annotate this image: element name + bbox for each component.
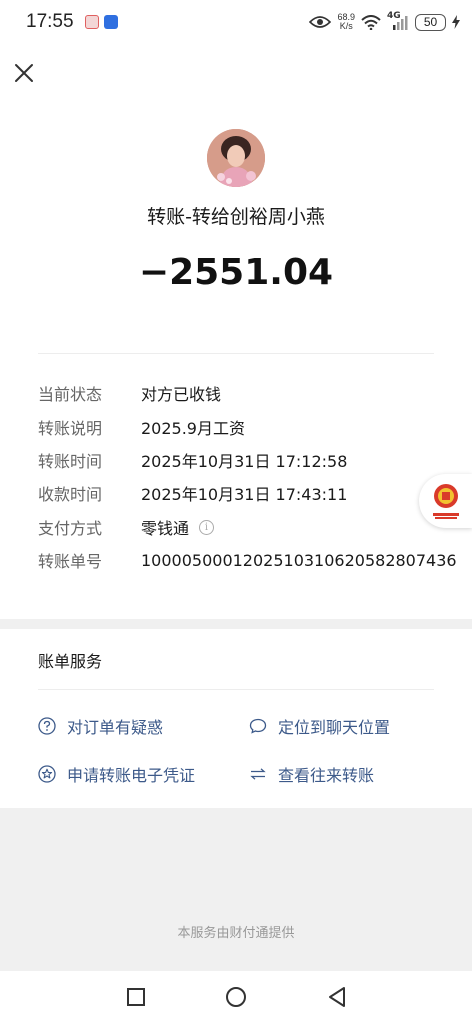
back-button[interactable] — [325, 985, 349, 1009]
status-time: 17:55 — [26, 11, 74, 32]
avatar[interactable] — [207, 129, 265, 187]
detail-row-note: 转账说明 2025.9月工资 — [38, 413, 245, 441]
status-bar: 17:55 68.9 K/s 4G 50 — [0, 0, 472, 44]
triangle-back-icon — [329, 987, 345, 1007]
question-circle-icon — [38, 717, 56, 735]
service-link-label: 定位到聊天位置 — [278, 718, 391, 737]
transfer-amount: −2551.04 — [138, 252, 334, 293]
bill-services-card: 账单服务 对订单有疑惑 定位到聊天位置 申请转账电子凭证 查看往来转账 — [0, 629, 472, 808]
detail-label: 转账单号 — [38, 552, 103, 571]
locate-chat-link[interactable]: 定位到聊天位置 — [249, 714, 390, 738]
services-title: 账单服务 — [38, 652, 103, 671]
detail-row-payment-method: 支付方式 零钱通 i — [38, 513, 215, 541]
cellular-signal-icon: 4G — [387, 11, 409, 30]
emblem-icon — [432, 484, 459, 519]
floating-emblem-button[interactable] — [419, 474, 472, 528]
divider — [38, 689, 434, 690]
recent-apps-button[interactable] — [124, 985, 148, 1009]
transfer-detail-card: 转账-转给创裕周小燕 −2551.04 当前状态 对方已收钱 转账说明 2025… — [0, 102, 472, 619]
order-question-link[interactable]: 对订单有疑惑 — [38, 714, 163, 738]
wifi-icon — [361, 14, 381, 30]
transfer-title: 转账-转给创裕周小燕 — [147, 206, 325, 228]
eye-icon — [309, 16, 332, 28]
detail-row-status: 当前状态 对方已收钱 — [38, 379, 221, 407]
shield-notification-icon — [103, 15, 118, 29]
status-right: 68.9 K/s 4G 50 — [309, 11, 460, 31]
chat-bubble-icon — [249, 717, 267, 735]
detail-value: 2025.9月工资 — [141, 419, 245, 438]
provider-footer: 本服务由财付通提供 — [177, 926, 295, 941]
detail-label: 当前状态 — [38, 385, 103, 404]
detail-label: 转账时间 — [38, 452, 103, 471]
service-link-label: 申请转账电子凭证 — [67, 766, 196, 785]
charging-icon — [452, 15, 460, 29]
order-number-value[interactable]: 1000050001202510310620582807436 — [141, 551, 457, 570]
apply-receipt-link[interactable]: 申请转账电子凭证 — [38, 762, 195, 786]
service-link-label: 查看往来转账 — [278, 766, 375, 785]
detail-label: 支付方式 — [38, 519, 103, 538]
square-icon — [127, 988, 145, 1006]
exchange-arrows-icon — [249, 765, 267, 783]
detail-value: 零钱通 i — [141, 515, 215, 539]
network-speed: 68.9 K/s — [337, 12, 355, 31]
detail-row-receive-time: 收款时间 2025年10月31日 17:43:11 — [38, 479, 347, 507]
circle-icon — [226, 987, 246, 1007]
divider — [38, 353, 434, 354]
detail-value: 2025年10月31日 17:12:58 — [141, 452, 348, 471]
detail-value: 对方已收钱 — [141, 385, 222, 404]
top-bar — [0, 44, 472, 102]
detail-label: 转账说明 — [38, 419, 103, 438]
close-icon[interactable] — [12, 61, 36, 85]
app-notification-icon — [84, 15, 99, 29]
star-circle-icon — [38, 765, 56, 783]
info-icon[interactable]: i — [199, 519, 215, 535]
detail-label: 收款时间 — [38, 485, 103, 504]
battery-indicator: 50 — [415, 13, 446, 31]
service-link-label: 对订单有疑惑 — [67, 718, 164, 737]
detail-value: 2025年10月31日 17:43:11 — [141, 485, 348, 504]
system-nav-bar — [0, 971, 472, 1024]
payment-method-value: 零钱通 — [141, 519, 190, 538]
home-button[interactable] — [224, 985, 248, 1009]
notification-icons — [84, 15, 118, 29]
detail-row-order-number: 转账单号 1000050001202510310620582807436 — [38, 546, 457, 574]
detail-row-transfer-time: 转账时间 2025年10月31日 17:12:58 — [38, 446, 347, 474]
view-transfers-link[interactable]: 查看往来转账 — [249, 762, 374, 786]
